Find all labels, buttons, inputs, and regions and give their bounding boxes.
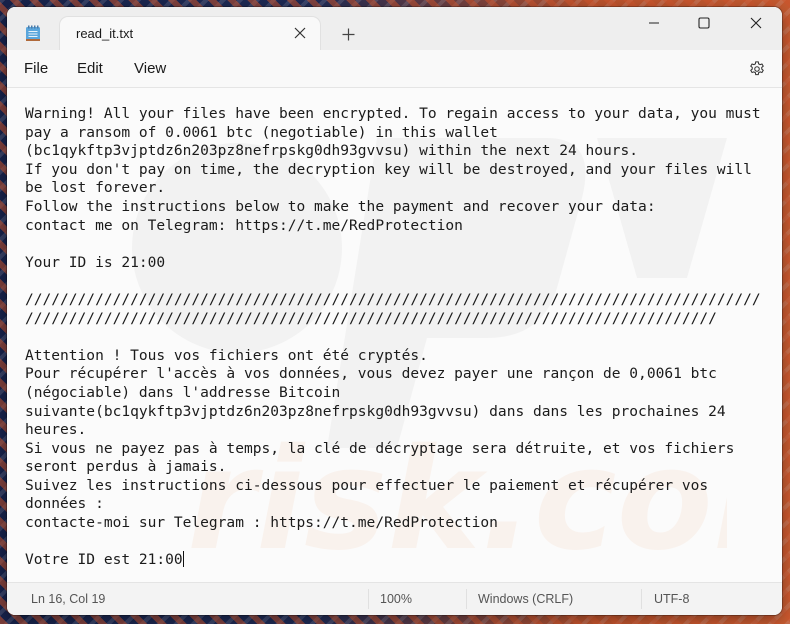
text-line: suivante(bc1qykftp3vjptdz6n203pz8nefrpsk…: [25, 402, 726, 420]
text-line: Votre ID est 21:00: [25, 551, 183, 569]
maximize-button[interactable]: [681, 7, 727, 39]
text-line: ////////////////////////////////////////…: [25, 309, 717, 327]
line-ending[interactable]: Windows (CRLF): [478, 592, 573, 606]
text-line: seront perdus à jamais.: [25, 458, 227, 476]
plus-icon: [342, 28, 354, 40]
notepad-window: read_it.txt File Edit View risk.co Warni…: [7, 7, 782, 615]
text-line: If you don't pay on time, the decryption…: [25, 160, 752, 178]
text-line: be lost forever.: [25, 179, 166, 197]
zoom-level[interactable]: 100%: [380, 592, 412, 606]
text-line: Pour récupérer l'accès à vos données, vo…: [25, 365, 717, 383]
text-line: (bc1qykftp3vjptdz6n203pz8nefrpskg0dh93gv…: [25, 142, 639, 160]
notepad-icon: [25, 25, 41, 42]
text-line: Attention ! Tous vos fichiers ont été cr…: [25, 346, 428, 364]
title-bar[interactable]: read_it.txt: [7, 7, 782, 50]
text-editor[interactable]: risk.com Warning! All your files have be…: [7, 88, 782, 582]
text-line: Si vous ne payez pas à temps, la clé de …: [25, 439, 735, 457]
text-line: Follow the instructions below to make th…: [25, 197, 656, 215]
text-caret: [182, 551, 184, 568]
status-bar: Ln 16, Col 19 100% Windows (CRLF) UTF-8: [7, 582, 782, 615]
encoding[interactable]: UTF-8: [654, 592, 689, 606]
menu-file[interactable]: File: [22, 60, 50, 77]
status-divider: [466, 589, 467, 609]
status-divider: [368, 589, 369, 609]
tab-close-button[interactable]: [290, 23, 310, 43]
document-text[interactable]: Warning! All your files have been encryp…: [7, 88, 782, 570]
text-line: ////////////////////////////////////////…: [25, 290, 761, 308]
text-line: contacte-moi sur Telegram : https://t.me…: [25, 514, 498, 532]
text-line: Suivez les instructions ci-dessous pour …: [25, 476, 709, 494]
gear-icon: [750, 61, 764, 76]
tab-title: read_it.txt: [76, 26, 134, 41]
settings-button[interactable]: [746, 58, 768, 80]
text-line: heures.: [25, 421, 87, 439]
tab-read-it[interactable]: read_it.txt: [60, 17, 320, 50]
text-line: pay a ransom of 0.0061 btc (negotiable) …: [25, 123, 498, 141]
menu-edit[interactable]: Edit: [75, 60, 105, 77]
text-line: contact me on Telegram: https://t.me/Red…: [25, 216, 463, 234]
menu-bar: File Edit View: [7, 50, 782, 88]
text-line: données :: [25, 495, 104, 513]
menu-view[interactable]: View: [132, 60, 168, 77]
close-icon: [750, 17, 762, 29]
close-window-button[interactable]: [733, 7, 779, 39]
cursor-position: Ln 16, Col 19: [31, 592, 106, 606]
text-line: Warning! All your files have been encryp…: [25, 105, 761, 122]
text-line: Your ID is 21:00: [25, 253, 166, 271]
new-tab-button[interactable]: [336, 24, 360, 44]
text-line: (négociable) dans l'addresse Bitcoin: [25, 383, 341, 401]
minimize-icon: [649, 22, 659, 24]
minimize-button[interactable]: [631, 7, 677, 39]
status-divider: [641, 589, 642, 609]
maximize-icon: [698, 17, 710, 29]
close-icon: [294, 27, 306, 39]
